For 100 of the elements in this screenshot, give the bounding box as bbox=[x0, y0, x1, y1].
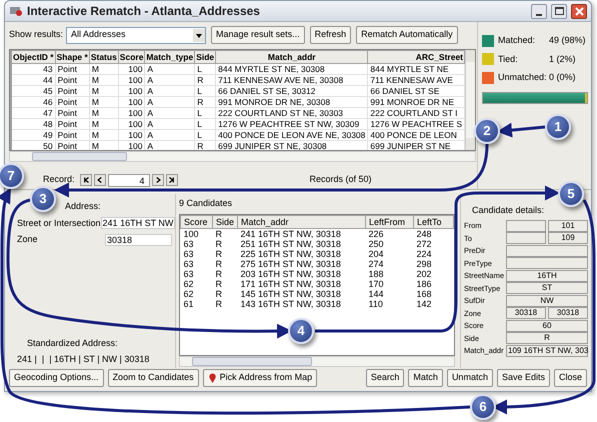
value-box[interactable]: 30318 bbox=[548, 307, 588, 320]
action-button[interactable]: Unmatch bbox=[446, 369, 493, 387]
table-cell: 844 MYRTLE ST NE, 30308 bbox=[216, 64, 368, 74]
legend-value: 1 (2%) bbox=[549, 52, 576, 66]
table-cell: 100 bbox=[118, 96, 145, 108]
column-header[interactable]: Match_addr bbox=[238, 215, 366, 228]
table-cell: A bbox=[144, 96, 195, 108]
table-cell: M bbox=[89, 108, 118, 118]
column-header[interactable]: Status bbox=[89, 50, 118, 64]
text-field[interactable]: 30318 bbox=[105, 234, 172, 246]
horizontal-scrollbar[interactable] bbox=[179, 356, 455, 366]
toolbar-button[interactable]: Rematch Automatically bbox=[356, 26, 458, 44]
record-label: Record: bbox=[43, 173, 75, 186]
table-cell-text: 63 bbox=[182, 268, 195, 278]
value-box[interactable]: NW bbox=[506, 294, 588, 307]
field-label: Street or Intersection bbox=[17, 216, 101, 230]
app-icon bbox=[9, 5, 23, 17]
results-dropdown[interactable]: All Addresses bbox=[66, 26, 206, 44]
value-box[interactable]: 60 bbox=[506, 320, 588, 332]
table-cell: 226 bbox=[365, 228, 414, 238]
first-record-icon[interactable] bbox=[80, 174, 92, 186]
previous-record-icon[interactable] bbox=[94, 174, 106, 186]
table-cell-text: 202 bbox=[415, 268, 432, 278]
column-header[interactable]: ARC_Street bbox=[368, 50, 465, 64]
table-cell: M bbox=[89, 118, 118, 130]
column-header[interactable]: LeftFrom bbox=[365, 215, 414, 228]
maximize-button[interactable] bbox=[551, 4, 567, 18]
table-cell-text: 63 bbox=[182, 238, 195, 248]
table-cell: M bbox=[89, 74, 118, 86]
table-cell: Point bbox=[55, 130, 90, 140]
last-record-icon[interactable] bbox=[166, 174, 178, 186]
toolbar-button[interactable]: Manage result sets... bbox=[211, 26, 305, 44]
action-button[interactable]: Search bbox=[366, 369, 404, 387]
table-cell-text: R bbox=[214, 258, 223, 268]
table-cell: Point bbox=[55, 118, 90, 130]
table-cell: 100 bbox=[118, 130, 145, 140]
action-button[interactable]: Zoom to Candidates bbox=[108, 369, 199, 387]
table-cell-text: 188 bbox=[367, 268, 385, 278]
action-button[interactable]: Save Edits bbox=[496, 369, 550, 387]
column-header[interactable]: Match_type bbox=[144, 50, 195, 64]
table-cell: A bbox=[144, 74, 195, 86]
table-cell-text: 170 bbox=[367, 278, 385, 288]
table-cell-text: R bbox=[214, 298, 223, 308]
table-cell: Point bbox=[55, 74, 90, 86]
table-cell-text: 142 bbox=[415, 298, 432, 308]
table-cell: M bbox=[89, 86, 118, 96]
table-cell: 44 bbox=[12, 74, 56, 86]
address-heading: Address: bbox=[64, 200, 102, 213]
horizontal-scrollbar[interactable] bbox=[9, 151, 476, 162]
column-header[interactable]: ObjectID * bbox=[12, 50, 56, 64]
table-cell-text: 62 bbox=[182, 278, 195, 288]
table-cell: 711 KENNESAW AVE NE, 30308 bbox=[216, 74, 368, 86]
table-cell: M bbox=[89, 96, 118, 108]
column-header[interactable]: Score bbox=[118, 50, 145, 64]
column-header[interactable]: Shape * bbox=[55, 50, 90, 64]
close-button[interactable] bbox=[571, 4, 587, 18]
table-cell-text: 225 16TH ST NW, 30318 bbox=[240, 248, 342, 258]
next-record-icon[interactable] bbox=[152, 174, 164, 186]
value-box[interactable] bbox=[506, 244, 588, 257]
value-box[interactable]: 109 bbox=[548, 232, 588, 244]
column-header[interactable]: LeftTo bbox=[413, 215, 454, 228]
action-button[interactable]: Pick Address from Map bbox=[202, 369, 318, 387]
table-cell: M bbox=[89, 130, 118, 140]
value-box[interactable]: 101 bbox=[548, 220, 588, 232]
table-cell: Point bbox=[55, 64, 90, 74]
table-cell-text: 143 16TH ST NW, 30318 bbox=[240, 298, 342, 308]
minimize-button[interactable] bbox=[531, 4, 547, 18]
value-box[interactable] bbox=[506, 257, 588, 270]
table-cell: Point bbox=[55, 108, 90, 118]
window-title: Interactive Rematch - Atlanta_Addresses bbox=[27, 3, 261, 20]
table-cell-text: 203 16TH ST NW, 30318 bbox=[240, 268, 342, 278]
table-cell: L bbox=[194, 108, 216, 118]
table-cell-text: 275 16TH ST NW, 30318 bbox=[240, 258, 342, 268]
table-cell-text: 224 bbox=[415, 248, 432, 258]
record-field[interactable]: 4 bbox=[108, 174, 150, 186]
action-button[interactable]: Close bbox=[554, 369, 587, 387]
value-box[interactable]: 30318 bbox=[506, 307, 546, 320]
value-box[interactable]: R bbox=[506, 332, 588, 344]
value-box[interactable] bbox=[506, 232, 546, 244]
value-box[interactable]: 16TH bbox=[506, 270, 588, 282]
table-cell: 1276 W PEACHTREE ST NW, 30309 bbox=[216, 118, 368, 130]
text-field[interactable]: 241 16TH ST NW bbox=[100, 217, 176, 230]
table-cell: 1276 W PEACHTREE S bbox=[368, 118, 465, 130]
action-button[interactable]: Geocoding Options... bbox=[9, 369, 104, 387]
numbered-callout: 7 bbox=[0, 163, 24, 189]
value-box[interactable]: 109 16TH ST NW, 303 bbox=[506, 344, 588, 357]
column-header[interactable]: Match_addr bbox=[216, 50, 368, 64]
vertical-scrollbar[interactable] bbox=[465, 50, 475, 150]
toolbar-button[interactable]: Refresh bbox=[310, 26, 352, 44]
action-button[interactable]: Match bbox=[408, 369, 443, 387]
column-header[interactable]: Side bbox=[212, 215, 238, 228]
table-cell-text: 186 bbox=[415, 278, 432, 288]
table-cell: L bbox=[194, 118, 216, 130]
column-header[interactable]: Side bbox=[194, 50, 216, 64]
value-box[interactable]: ST bbox=[506, 282, 588, 294]
value-box[interactable] bbox=[506, 220, 546, 232]
column-header[interactable]: Score bbox=[180, 215, 212, 228]
table-cell: 222 COURTLAND ST I bbox=[368, 108, 465, 118]
table-cell: 844 MYRTLE ST NE bbox=[368, 64, 465, 74]
legend-label: Tied: bbox=[498, 52, 519, 66]
